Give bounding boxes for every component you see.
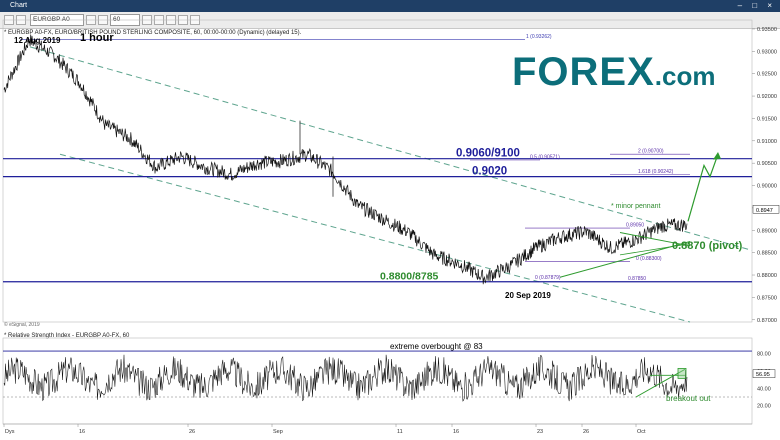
pivot-label: 0.8870 (pivot) (672, 240, 743, 252)
x-tick-label: 16 (453, 429, 459, 435)
fib-2-label: 2 (0.90700) (638, 149, 664, 155)
resistance-zone-label: 0.9060/9100 (456, 148, 520, 160)
projection-arrowhead (713, 151, 721, 160)
fib-05-label: 0.5 (0.90571) (530, 154, 560, 160)
projection-path (687, 154, 719, 222)
timeframe-label: 1 hour (80, 32, 114, 44)
logo-wordmark: FOREX (512, 50, 655, 94)
x-tick-label: Dys (5, 429, 15, 435)
y-tick-label: 0.87000 (757, 318, 777, 324)
y-tick-label: 0.90000 (757, 184, 777, 190)
y-tick-label: 0.88000 (757, 273, 777, 279)
y-tick-label: 0.93000 (757, 49, 777, 55)
rsi-tick-label: 80.00 (757, 352, 771, 358)
logo-suffix: .com (654, 61, 716, 91)
y-tick-label: 0.91000 (757, 139, 777, 145)
minor-pennant-label: * minor pennant (611, 203, 660, 210)
fib-1618-label: 1.618 (0.90242) (638, 169, 674, 175)
fib-88300-label: 0 (0.88300) (636, 256, 662, 262)
rsi-overbought-label: extreme overbought @ 83 (390, 342, 483, 351)
y-tick-label: 0.88500 (757, 251, 777, 257)
x-tick-label: 26 (583, 429, 589, 435)
x-tick-label: Oct (637, 429, 646, 435)
rsi-breakout-label: breakout out (666, 394, 711, 403)
x-tick-label: 16 (79, 429, 85, 435)
rsi-series-line (3, 354, 688, 402)
rsi-tick-label: 40.00 (757, 386, 771, 392)
y-tick-label: 0.92000 (757, 94, 777, 100)
rsi-last-label: 56.95 (756, 372, 770, 378)
date-low-label: 20 Sep 2019 (505, 291, 551, 300)
rsi-breakout-box (677, 367, 687, 379)
x-tick-label: 11 (397, 429, 403, 435)
y-tick-label: 0.90500 (757, 161, 777, 167)
x-tick-label: Sep (273, 429, 283, 435)
date-high-label: 12 Aug 2019 (14, 36, 61, 45)
fib-1-label: 1 (0.93262) (526, 34, 552, 40)
rsi-tick-label: 20.00 (757, 404, 771, 410)
resistance-9020-label: 0.9020 (472, 166, 507, 178)
y-tick-label: 0.93500 (757, 27, 777, 33)
last-price-label: 0.8947 (756, 208, 773, 214)
support-zone-label: 0.8800/8785 (380, 271, 439, 283)
forex-logo: FOREX.com (512, 50, 715, 95)
x-tick-label: 26 (189, 429, 195, 435)
fib-87850-label: 0.87850 (628, 276, 646, 282)
y-tick-label: 0.87500 (757, 295, 777, 301)
y-tick-label: 0.89000 (757, 228, 777, 234)
y-tick-label: 0.92500 (757, 72, 777, 78)
y-tick-label: 0.91500 (757, 116, 777, 122)
fib-89050-label: 0.89050 (626, 223, 644, 229)
x-tick-label: 23 (537, 429, 543, 435)
fib-0-low-label: 0 (0.87879) (535, 275, 561, 281)
